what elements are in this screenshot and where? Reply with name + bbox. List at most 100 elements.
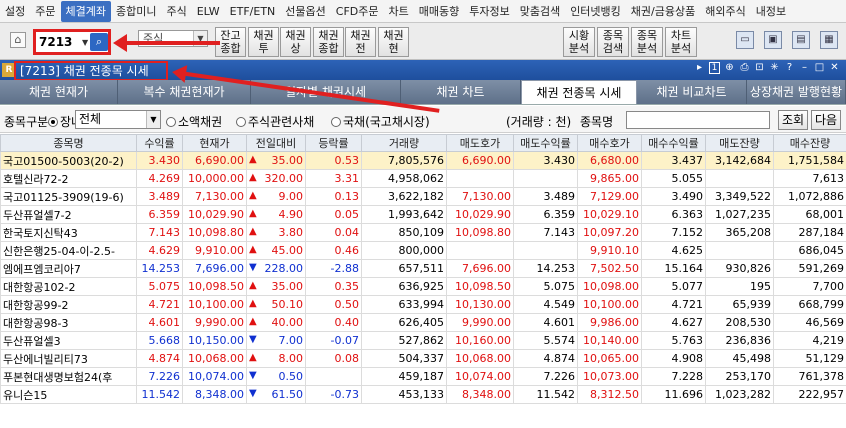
print-icon[interactable]: ⎙: [739, 62, 750, 74]
cell-bid: 9,865.00: [577, 169, 642, 188]
menu-item-5[interactable]: ELW: [192, 1, 225, 22]
toolbar-button-1[interactable]: 채권 투: [248, 27, 279, 57]
table-row[interactable]: 대한항공99-2 4.721 10,100.00 ▲ 50.10 0.50 633,994 1…: [0, 295, 846, 314]
menu-item-0[interactable]: 설정: [0, 1, 30, 22]
table-row[interactable]: 호텔신라72-2 4.269 10,000.00 ▲ 320.00 3.31 4,958,0…: [0, 169, 846, 188]
minimize-icon[interactable]: –: [799, 62, 810, 74]
help-icon[interactable]: ?: [784, 62, 795, 74]
table-row[interactable]: 신한은행25-04-이-2.5- 4.629 9,910.00 ▲ 45.00 0.46 8…: [0, 241, 846, 260]
tab-3[interactable]: 채권 차트: [401, 80, 521, 104]
radio-off-icon[interactable]: [331, 117, 341, 127]
toolbar-button-4[interactable]: 채권 전: [345, 27, 376, 57]
search-button[interactable]: 조회: [778, 110, 808, 130]
cell-name: 대한항공98-3: [0, 313, 137, 332]
search-icon[interactable]: ⌕: [90, 33, 108, 51]
analysis-button-2[interactable]: 종목 분석: [631, 27, 663, 57]
menu-item-3[interactable]: 종합미니: [111, 1, 161, 22]
menu-item-9[interactable]: 차트: [383, 1, 413, 22]
menu-item-6[interactable]: ETF/ETN: [225, 1, 281, 22]
menu-item-13[interactable]: 인터넷뱅킹: [565, 1, 626, 22]
cell-ask: 9,990.00: [446, 313, 514, 332]
cell-ask-q: 65,939: [705, 295, 774, 314]
pin-icon[interactable]: ▸: [694, 62, 705, 74]
stock-code-combo[interactable]: ▼ ⌕: [33, 29, 111, 55]
document-icon[interactable]: ▤: [792, 31, 810, 49]
table-row[interactable]: 유니슨15 11.542 8,348.00 ▼ 61.50 -0.73 453,133 8,3…: [0, 385, 846, 404]
zoom-in-icon[interactable]: ⊕: [724, 62, 735, 74]
radio-on-icon[interactable]: [48, 117, 58, 127]
chevron-down-icon[interactable]: ▼: [146, 111, 160, 128]
table-row[interactable]: 두산퓨얼셀3 5.668 10,150.00 ▼ 7.00 -0.07 527,862 10,…: [0, 331, 846, 350]
toolbar-button-3[interactable]: 채권 종합: [313, 27, 344, 57]
menu-item-1[interactable]: 주문: [30, 1, 60, 22]
menu-item-7[interactable]: 선물옵션: [280, 1, 330, 22]
next-button[interactable]: 다음: [811, 110, 841, 130]
menu-item-12[interactable]: 맞춤검색: [515, 1, 565, 22]
home-icon[interactable]: ⌂: [10, 32, 26, 48]
menu-item-2[interactable]: 체결계좌: [60, 0, 111, 22]
table-row[interactable]: 대한항공98-3 4.601 9,990.00 ▲ 40.00 0.40 626,405 9,…: [0, 313, 846, 332]
cell-price: 10,029.90: [182, 205, 247, 224]
stock-code-input[interactable]: [36, 35, 82, 49]
column-header: 수익률: [136, 134, 183, 152]
change-value: 45.00: [271, 244, 304, 257]
menu-item-14[interactable]: 채권/금융상품: [626, 1, 700, 22]
cell-ask-y: 7.226: [513, 367, 578, 386]
radio-off-icon[interactable]: [166, 117, 176, 127]
radio-small-bond[interactable]: 소액채권: [166, 113, 222, 130]
cell-ask-q: [705, 241, 774, 260]
cell-change: ▲ 40.00: [246, 313, 306, 332]
radio-equity-linked[interactable]: 주식관련사채: [236, 113, 314, 130]
tab-bar: 채권 현재가복수 채권현재가일자별 채권시세채권 차트채권 전종목 시세채권 비…: [0, 80, 846, 105]
cell-ask: 8,348.00: [446, 385, 514, 404]
cell-name: 국고01500-5003(20-2): [0, 151, 137, 170]
menu-item-15[interactable]: 해외주식: [700, 1, 750, 22]
monitor-icon[interactable]: ▭: [736, 31, 754, 49]
table-row[interactable]: 엠에프엠코리아7 14.253 7,696.00 ▼ 228.00 -2.88 657,51…: [0, 259, 846, 278]
tab-0[interactable]: 채권 현재가: [0, 80, 118, 104]
tab-4[interactable]: 채권 전종목 시세: [521, 80, 637, 104]
maximize-icon[interactable]: □: [814, 62, 825, 74]
settings-icon[interactable]: ✳: [769, 62, 780, 74]
toolbar-button-2[interactable]: 채권 상: [280, 27, 311, 57]
chevron-down-icon[interactable]: ▼: [82, 38, 90, 47]
tab-1[interactable]: 복수 채권현재가: [118, 80, 251, 104]
window-icon[interactable]: ▣: [764, 31, 782, 49]
menu-item-8[interactable]: CFD주문: [331, 1, 384, 22]
table-row[interactable]: 두산에너빌리티73 4.874 10,068.00 ▲ 8.00 0.08 504,337 1…: [0, 349, 846, 368]
table-row[interactable]: 푸본현대생명보험24(후 7.226 10,074.00 ▼ 0.50 459,187 10…: [0, 367, 846, 386]
analysis-button-0[interactable]: 시황 분석: [563, 27, 595, 57]
layout-icon[interactable]: ▦: [820, 31, 838, 49]
cell-vol: 7,805,576: [361, 151, 447, 170]
column-header: 매수호가: [577, 134, 642, 152]
page-number[interactable]: 1: [709, 62, 720, 74]
menu-item-11[interactable]: 투자정보: [464, 1, 514, 22]
menu-item-16[interactable]: 내정보: [751, 1, 791, 22]
radio-gov-bond[interactable]: 국채(국고채시장): [331, 113, 430, 130]
cell-bid: 10,100.00: [577, 295, 642, 314]
lock-icon[interactable]: ⊡: [754, 62, 765, 74]
radio-off-icon[interactable]: [236, 117, 246, 127]
toolbar-button-5[interactable]: 채권 현: [378, 27, 409, 57]
close-icon[interactable]: ✕: [829, 62, 840, 74]
tab-6[interactable]: 상장채권 발행현황: [747, 80, 846, 104]
category-select[interactable]: 전체 ▼: [75, 110, 161, 129]
column-header: 매도잔량: [705, 134, 774, 152]
cell-name: 호텔신라72-2: [0, 169, 137, 188]
cell-vol: 3,622,182: [361, 187, 447, 206]
tab-5[interactable]: 채권 비교차트: [637, 80, 747, 104]
analysis-button-3[interactable]: 차트 분석: [665, 27, 697, 57]
cell-bid-q: 222,957: [773, 385, 846, 404]
menu-item-4[interactable]: 주식: [161, 1, 191, 22]
table-row[interactable]: 국고01500-5003(20-2) 3.430 6,690.00 ▲ 35.00 0.5…: [0, 151, 846, 170]
arrow-up-icon: ▲: [249, 280, 257, 291]
table-row[interactable]: 국고01125-3909(19-6) 3.489 7,130.00 ▲ 9.00 0.13…: [0, 187, 846, 206]
analysis-button-1[interactable]: 종목 검색: [597, 27, 629, 57]
cell-ask-q: [705, 169, 774, 188]
table-row[interactable]: 대한항공102-2 5.075 10,098.50 ▲ 35.00 0.35 636,925…: [0, 277, 846, 296]
menu-item-10[interactable]: 매매동향: [414, 1, 464, 22]
cell-ask-q: 3,349,522: [705, 187, 774, 206]
bond-name-input[interactable]: [626, 111, 770, 129]
table-row[interactable]: 두산퓨얼셀7-2 6.359 10,029.90 ▲ 4.90 0.05 1,993,642…: [0, 205, 846, 224]
table-row[interactable]: 한국토지신탁43 7.143 10,098.80 ▲ 3.80 0.04 850,109 10…: [0, 223, 846, 242]
